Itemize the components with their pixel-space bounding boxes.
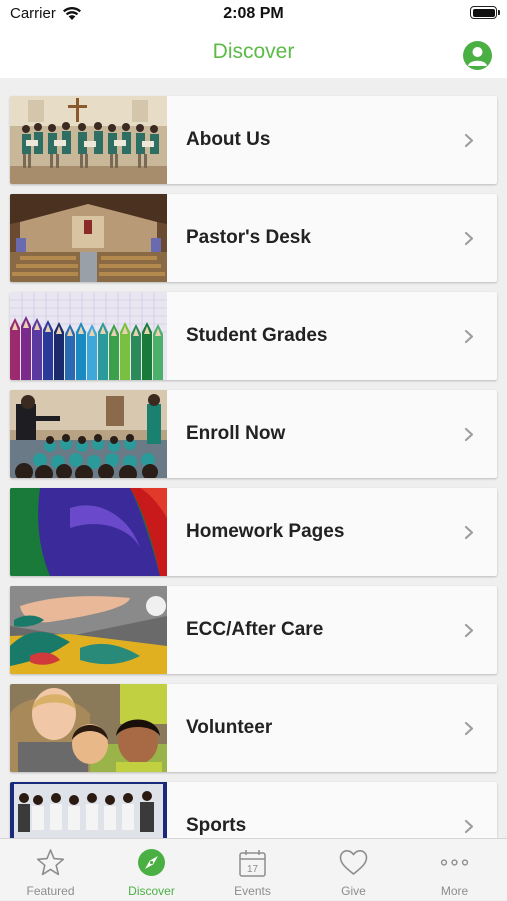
list-item-student-grades[interactable]: Student Grades: [10, 292, 497, 380]
chevron-right-icon: [464, 721, 474, 736]
status-time: 2:08 PM: [223, 5, 284, 22]
chevron-right-icon: [464, 525, 474, 540]
tab-more[interactable]: More: [404, 839, 505, 901]
list-item-ecc-after-care[interactable]: ECC/After Care: [10, 586, 497, 674]
tab-featured[interactable]: Featured: [0, 839, 101, 901]
chevron-right-icon: [464, 819, 474, 834]
nav-bar: Discover: [0, 30, 507, 78]
list-item-volunteer[interactable]: Volunteer: [10, 684, 497, 772]
tab-events[interactable]: 17 Events: [202, 839, 303, 901]
calendar-icon: 17: [239, 850, 266, 877]
tab-label: More: [440, 884, 469, 898]
profile-button[interactable]: [463, 41, 492, 70]
pastors-desk-thumbnail: [10, 194, 167, 282]
list-item-label: Volunteer: [186, 717, 273, 738]
calendar-day: 17: [247, 864, 259, 875]
volunteer-thumbnail: [10, 684, 167, 772]
battery-icon: [470, 6, 500, 19]
status-bar: Carrier 2:08 PM: [0, 0, 507, 30]
tab-bar: Featured Discover 17 Events Give More: [0, 838, 507, 900]
sports-thumbnail: [10, 782, 167, 838]
list-item-label: ECC/After Care: [186, 619, 324, 640]
list-item-label: Enroll Now: [186, 423, 286, 444]
chevron-right-icon: [464, 427, 474, 442]
list-item-label: Student Grades: [186, 325, 328, 346]
page-title: Discover: [212, 40, 295, 63]
discover-list: About Us Pastor's Desk Student Grades En…: [0, 78, 507, 838]
homework-pages-thumbnail: [10, 488, 167, 576]
list-item-about-us[interactable]: About Us: [10, 96, 497, 184]
chevron-right-icon: [464, 133, 474, 148]
list-item-label: About Us: [186, 129, 271, 150]
ecc-after-care-thumbnail: [10, 586, 167, 674]
chevron-right-icon: [464, 623, 474, 638]
chevron-right-icon: [464, 231, 474, 246]
tab-discover[interactable]: Discover: [101, 839, 202, 901]
tab-label: Featured: [26, 884, 75, 898]
list-item-enroll-now[interactable]: Enroll Now: [10, 390, 497, 478]
tab-label: Discover: [128, 884, 175, 898]
more-dots-icon: [440, 859, 469, 866]
heart-icon: [339, 850, 368, 875]
tab-label: Events: [234, 884, 271, 898]
list-item-label: Sports: [186, 815, 247, 836]
list-item-homework-pages[interactable]: Homework Pages: [10, 488, 497, 576]
person-icon: [468, 47, 487, 66]
star-icon: [36, 849, 65, 876]
student-grades-thumbnail: [10, 292, 167, 380]
list-item-label: Homework Pages: [186, 521, 345, 542]
compass-icon: [138, 849, 165, 876]
about-us-thumbnail: [10, 96, 167, 184]
list-item-pastors-desk[interactable]: Pastor's Desk: [10, 194, 497, 282]
tab-give[interactable]: Give: [303, 839, 404, 901]
enroll-now-thumbnail: [10, 390, 167, 478]
chevron-right-icon: [464, 329, 474, 344]
tab-label: Give: [341, 884, 366, 898]
list-item-sports[interactable]: Sports: [10, 782, 497, 838]
list-item-label: Pastor's Desk: [186, 227, 311, 248]
